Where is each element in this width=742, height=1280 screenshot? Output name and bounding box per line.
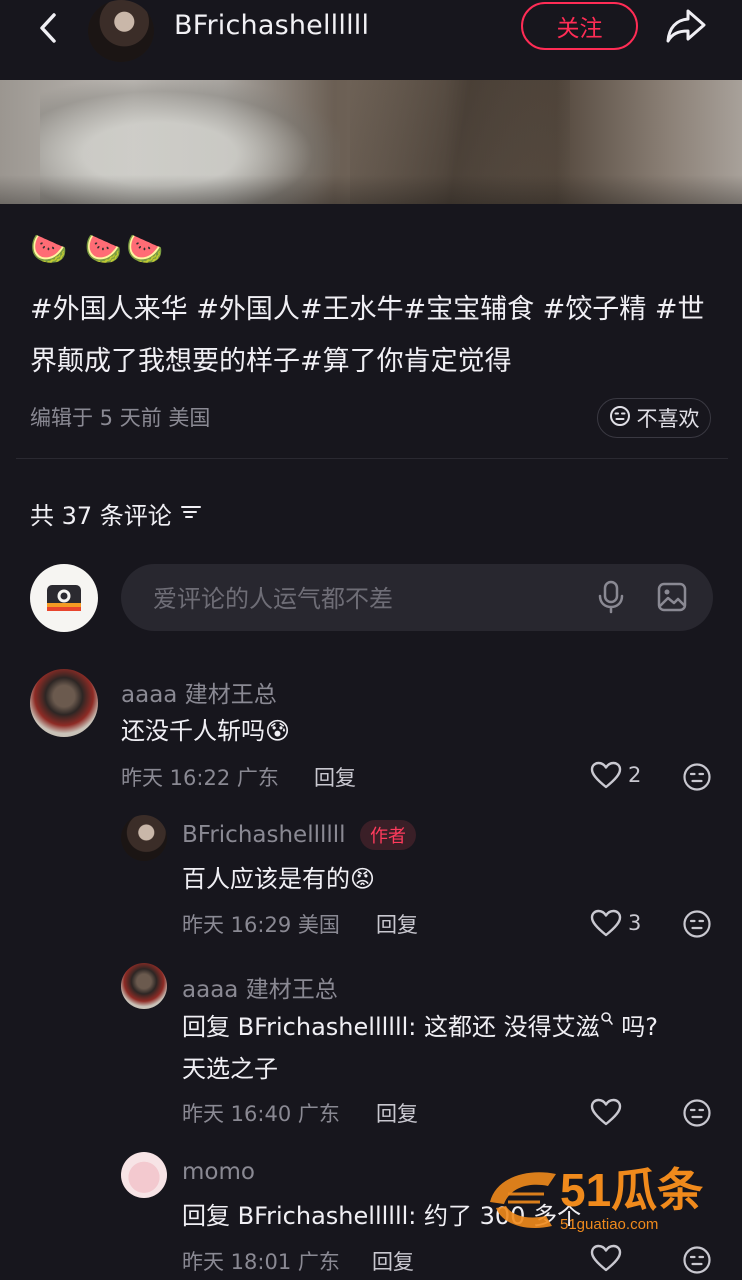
reply-button[interactable]: 回复 [314, 762, 356, 792]
camera-icon [47, 585, 81, 611]
watermark-url: 51guatiao.com [560, 1216, 659, 1233]
comment-count: 共 37 条评论 [30, 502, 172, 530]
commenter-name[interactable]: BFrichashellllll [182, 822, 346, 848]
like-button[interactable]: 2 [590, 761, 641, 789]
watermark-brand: 51瓜条 [560, 1164, 704, 1216]
heart-icon [590, 909, 622, 937]
like-count: 2 [628, 763, 642, 787]
post-image[interactable] [0, 80, 742, 204]
like-button[interactable]: 3 [590, 909, 641, 937]
author-username[interactable]: BFrichashellllll [174, 10, 369, 41]
comment-text[interactable]: 回复 BFrichashellllll: 这都还 没得艾滋 吗? 天选之子 [182, 1006, 702, 1090]
commenter-avatar[interactable] [30, 669, 98, 737]
author-badge: 作者 [360, 820, 416, 850]
back-icon[interactable] [30, 8, 70, 48]
commenter-name[interactable]: momo [182, 1159, 255, 1185]
like-count: 3 [628, 911, 642, 935]
author-avatar[interactable] [88, 0, 154, 62]
commenter-name[interactable]: aaaa 建材王总 [121, 675, 277, 709]
my-avatar[interactable] [30, 564, 98, 632]
microphone-icon[interactable] [597, 580, 625, 614]
dislike-label: 不喜欢 [636, 407, 700, 431]
dislike-button[interactable]: 不喜欢 [597, 398, 711, 438]
top-bar: BFrichashellllll 关注 [0, 0, 742, 80]
comment-text[interactable]: 还没千人斩吗😰 [121, 710, 290, 752]
divider [16, 458, 728, 459]
watermelon-emojis: 🍉 🍉🍉 [30, 232, 168, 267]
commenter-avatar[interactable] [121, 963, 167, 1009]
heart-icon [590, 761, 622, 789]
comment-count-header[interactable]: 共 37 条评论 [30, 496, 202, 531]
watermark-logo: 51瓜条 51guatiao.com [486, 1164, 726, 1240]
comment-input[interactable] [151, 564, 575, 633]
like-button[interactable] [590, 1244, 622, 1272]
dislike-comment-icon[interactable] [682, 762, 712, 796]
comment-time: 昨天 18:01 广东 [182, 1250, 340, 1274]
reply-button[interactable]: 回复 [376, 1098, 418, 1128]
heart-icon [590, 1244, 622, 1272]
comment-time: 昨天 16:40 广东 [182, 1102, 340, 1126]
comment-time: 昨天 16:22 广东 [121, 766, 279, 790]
commenter-avatar[interactable] [121, 1152, 167, 1198]
comment-time: 昨天 16:29 美国 [182, 913, 340, 937]
share-icon[interactable] [664, 6, 708, 46]
crying-emoji: 😰 [265, 717, 291, 745]
follow-button[interactable]: 关注 [521, 2, 638, 50]
image-icon[interactable] [656, 581, 688, 613]
dislike-comment-icon[interactable] [682, 1098, 712, 1132]
sort-icon[interactable] [180, 500, 202, 528]
comment-input-box[interactable] [121, 564, 713, 633]
commenter-name[interactable]: aaaa 建材王总 [182, 970, 338, 1004]
post-meta: 编辑于 5 天前 美国 [30, 406, 211, 430]
like-button[interactable] [590, 1098, 622, 1126]
reply-button[interactable]: 回复 [376, 909, 418, 939]
search-icon[interactable] [600, 1012, 614, 1041]
author-reply-avatar[interactable] [121, 815, 167, 861]
comment-text[interactable]: 百人应该是有的😡 [182, 858, 375, 900]
reply-button[interactable]: 回复 [372, 1246, 414, 1276]
dislike-comment-icon[interactable] [682, 909, 712, 943]
angry-emoji: 😡 [350, 865, 376, 893]
neutral-face-icon [609, 405, 631, 432]
heart-icon [590, 1098, 622, 1126]
dislike-comment-icon[interactable] [682, 1245, 712, 1279]
post-caption[interactable]: #外国人来华 #外国人#王水牛#宝宝辅食 #饺子精 #世界颠成了我想要的样子#算… [30, 284, 720, 388]
